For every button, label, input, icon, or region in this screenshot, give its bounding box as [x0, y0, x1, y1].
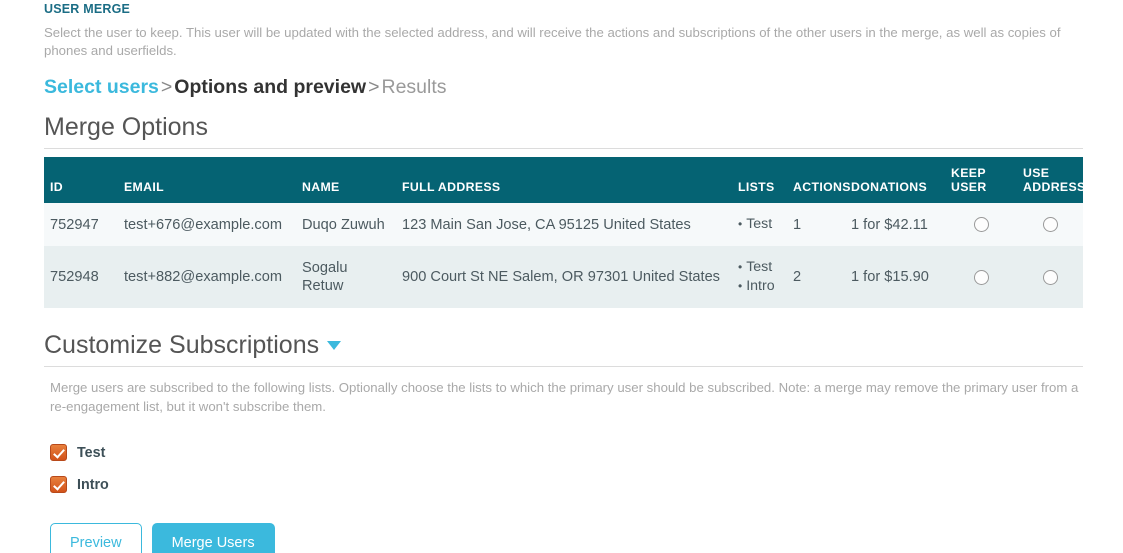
keep-user-radio[interactable] [973, 269, 989, 285]
breadcrumb-separator-1: > [160, 76, 173, 98]
list-item: Test [738, 258, 781, 277]
column-header-email: EMAIL [118, 157, 296, 203]
merge-users-button[interactable]: Merge Users [151, 523, 275, 553]
cell-use-address [1017, 203, 1083, 246]
action-button-row: Preview Merge Users [50, 523, 1083, 553]
column-header-use-address: USE ADDRESS [1017, 157, 1086, 203]
cell-id: 752947 [44, 203, 118, 246]
keep-user-radio[interactable] [973, 217, 989, 233]
list-item: Intro [738, 277, 781, 296]
use-address-radio[interactable] [1042, 217, 1058, 233]
customize-subscriptions-heading[interactable]: Customize Subscriptions [44, 330, 1083, 367]
list-item: Test [738, 215, 781, 234]
merge-options-heading: Merge Options [44, 112, 1083, 149]
column-header-lists: LISTS [732, 157, 787, 203]
merge-options-table-header: ID EMAIL NAME FULL ADDRESS LISTS ACTIONS… [44, 157, 1086, 203]
page-intro-text: Select the user to keep. This user will … [44, 25, 1061, 58]
cell-email: test+882@example.com [118, 246, 296, 308]
column-header-use-address-line1: USE [1023, 166, 1050, 180]
use-address-radio[interactable] [1042, 269, 1058, 285]
cell-name: Sogalu Retuw [296, 246, 396, 308]
breadcrumb-step-select-users[interactable]: Select users [44, 76, 159, 98]
column-header-use-address-line2: ADDRESS [1023, 180, 1086, 194]
checkbox-checked-icon[interactable] [50, 444, 67, 461]
cell-keep-user [945, 203, 1017, 246]
column-header-id: ID [44, 157, 118, 203]
cell-keep-user [945, 246, 1017, 308]
breadcrumb-separator-2: > [368, 76, 380, 98]
table-row: 752947 test+676@example.com Duqo Zuwuh 1… [44, 203, 1083, 246]
cell-donations: 1 for $15.90 [845, 246, 945, 308]
subscription-checkbox-list: Test Intro [50, 444, 1083, 493]
cell-donations: 1 for $42.11 [845, 203, 945, 246]
cell-id: 752948 [44, 246, 118, 308]
column-header-name: NAME [296, 157, 396, 203]
subscription-label: Test [77, 444, 106, 461]
preview-button[interactable]: Preview [50, 523, 142, 553]
checkbox-checked-icon[interactable] [50, 476, 67, 493]
merge-options-table: ID EMAIL NAME FULL ADDRESS LISTS ACTIONS… [44, 157, 1086, 308]
column-header-keep-user: KEEP USER [945, 157, 1017, 203]
subscription-label: Intro [77, 476, 109, 493]
subscriptions-description: Merge users are subscribed to the follow… [50, 380, 1079, 414]
cell-email: test+676@example.com [118, 203, 296, 246]
cell-use-address [1017, 246, 1083, 308]
user-merge-page: USER MERGE Select the user to keep. This… [0, 0, 1123, 553]
subscription-row-test[interactable]: Test [50, 444, 1083, 461]
merge-options-table-body: 752947 test+676@example.com Duqo Zuwuh 1… [44, 203, 1083, 308]
chevron-down-icon[interactable] [327, 340, 342, 350]
cell-actions: 1 [787, 203, 845, 246]
table-row: 752948 test+882@example.com Sogalu Retuw… [44, 246, 1083, 308]
cell-lists: Test Intro [732, 246, 787, 308]
breadcrumb: Select users > Options and preview > Results [44, 74, 1083, 100]
cell-actions: 2 [787, 246, 845, 308]
breadcrumb-step-results: Results [381, 76, 447, 98]
cell-full-address: 123 Main San Jose, CA 95125 United State… [396, 203, 732, 246]
table-header-row: ID EMAIL NAME FULL ADDRESS LISTS ACTIONS… [44, 157, 1086, 203]
cell-name: Duqo Zuwuh [296, 203, 396, 246]
subscription-row-intro[interactable]: Intro [50, 476, 1083, 493]
breadcrumb-step-options-and-preview: Options and preview [174, 76, 367, 98]
column-header-full-address: FULL ADDRESS [396, 157, 732, 203]
cell-full-address: 900 Court St NE Salem, OR 97301 United S… [396, 246, 732, 308]
page-content: USER MERGE Select the user to keep. This… [0, 0, 1123, 553]
column-header-donations: DONATIONS [845, 157, 945, 203]
customize-subscriptions-title: Customize Subscriptions [44, 331, 320, 359]
cell-lists: Test [732, 203, 787, 246]
column-header-actions: ACTIONS [787, 157, 850, 203]
lists-list: Test [738, 215, 781, 234]
page-section-label: USER MERGE [44, 2, 131, 16]
lists-list: Test Intro [738, 258, 781, 296]
